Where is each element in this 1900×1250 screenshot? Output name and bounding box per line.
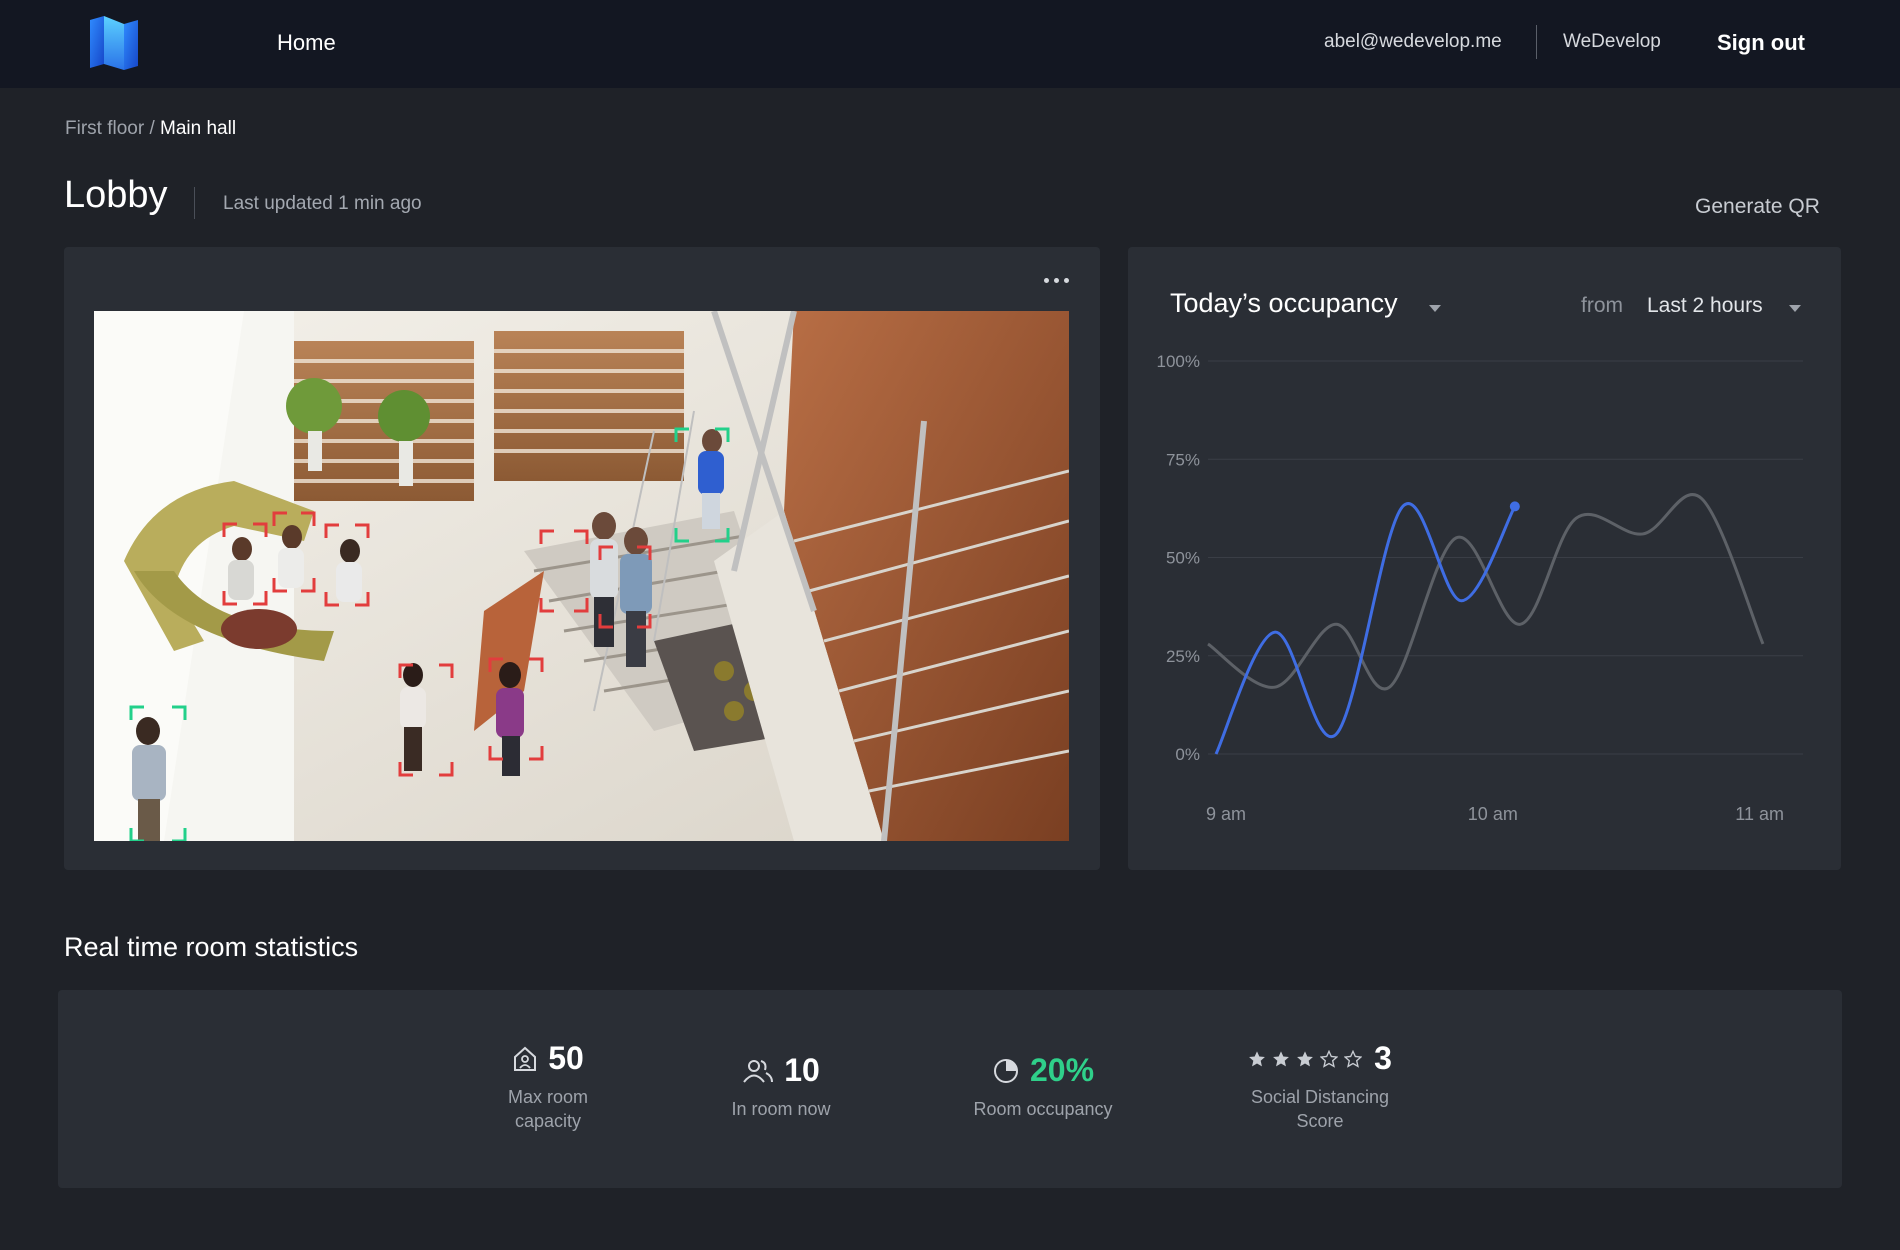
more-options-icon[interactable] — [1042, 270, 1072, 290]
stat-label: In room now — [731, 1099, 831, 1119]
users-icon — [743, 1059, 774, 1083]
stat-label: Score — [1296, 1111, 1344, 1131]
stat-room-occupancy: 20% Room occupancy — [958, 1052, 1128, 1121]
generate-qr-button[interactable]: Generate QR — [1695, 195, 1820, 219]
y-tick-label: 0% — [1175, 745, 1200, 764]
stat-label: capacity — [514, 1111, 582, 1131]
stat-value: 3 — [1374, 1040, 1392, 1076]
detection-box-violation — [539, 529, 589, 613]
app-logo[interactable] — [88, 14, 140, 70]
stat-value: 50 — [548, 1040, 584, 1076]
series-line-today — [1214, 502, 1517, 755]
stat-value: 20% — [1029, 1052, 1095, 1088]
rating-stars — [1248, 1049, 1363, 1068]
x-tick-label: 11 am — [1735, 804, 1784, 824]
detection-box-ok — [674, 427, 730, 543]
detection-box-violation — [272, 511, 316, 593]
y-tick-label: 75% — [1166, 450, 1200, 469]
detection-box-ok — [129, 705, 187, 841]
star-filled-icon — [1297, 1050, 1314, 1066]
camera-feed[interactable] — [94, 311, 1069, 841]
title-divider — [194, 187, 195, 219]
y-tick-label: 25% — [1166, 647, 1200, 666]
user-email: abel@wedevelop.me — [1324, 31, 1502, 52]
nav-divider — [1536, 25, 1537, 59]
stat-label: Social Distancing — [1250, 1087, 1390, 1107]
stats-section-title: Real time room statistics — [64, 932, 359, 962]
star-filled-icon — [1249, 1050, 1266, 1066]
stat-label: Max room — [507, 1087, 588, 1107]
breadcrumb-current: Main hall — [160, 118, 237, 139]
x-tick-label: 10 am — [1468, 804, 1518, 824]
detection-box-violation — [222, 522, 268, 606]
detection-box-violation — [488, 657, 544, 761]
breadcrumb-separator: / — [144, 118, 161, 139]
y-tick-label: 100% — [1157, 352, 1200, 371]
stat-in-room: 10 In room now — [716, 1052, 846, 1121]
last-updated-text: Last updated 1 min ago — [223, 193, 422, 214]
detection-overlay — [129, 427, 730, 841]
page-title: Lobby — [64, 174, 168, 216]
stat-value: 10 — [784, 1052, 820, 1088]
detection-box-violation — [324, 523, 370, 607]
detection-box-violation — [598, 545, 652, 629]
sign-out-button[interactable]: Sign out — [1717, 30, 1805, 56]
house-user-icon — [514, 1046, 537, 1071]
star-filled-icon — [1273, 1050, 1290, 1066]
star-empty-icon — [1320, 1049, 1339, 1068]
pie-chart-icon — [993, 1058, 1018, 1083]
stat-distancing-score: 3 Social Distancing Score — [1230, 1040, 1410, 1133]
stat-max-capacity: 50 Max room capacity — [488, 1040, 608, 1133]
detection-box-violation — [398, 663, 454, 777]
current-point-marker — [1509, 501, 1520, 512]
nav-home-link[interactable]: Home — [277, 30, 336, 56]
series-line-comparison — [1207, 493, 1765, 691]
occupancy-line-chart: 100% 75% 50% 25% 0% 9 am 10 am 11 am — [1157, 352, 1803, 824]
stat-label: Room occupancy — [973, 1099, 1113, 1119]
top-navbar: Home abel@wedevelop.me WeDevelop Sign ou… — [0, 0, 1900, 88]
star-empty-icon — [1344, 1049, 1363, 1068]
x-tick-label: 9 am — [1206, 804, 1246, 824]
y-tick-label: 50% — [1166, 549, 1200, 568]
stats-panel — [58, 990, 1842, 1188]
organization-name: WeDevelop — [1563, 31, 1661, 52]
breadcrumb: First floor / Main hall — [65, 118, 236, 140]
breadcrumb-parent[interactable]: First floor — [65, 118, 144, 139]
